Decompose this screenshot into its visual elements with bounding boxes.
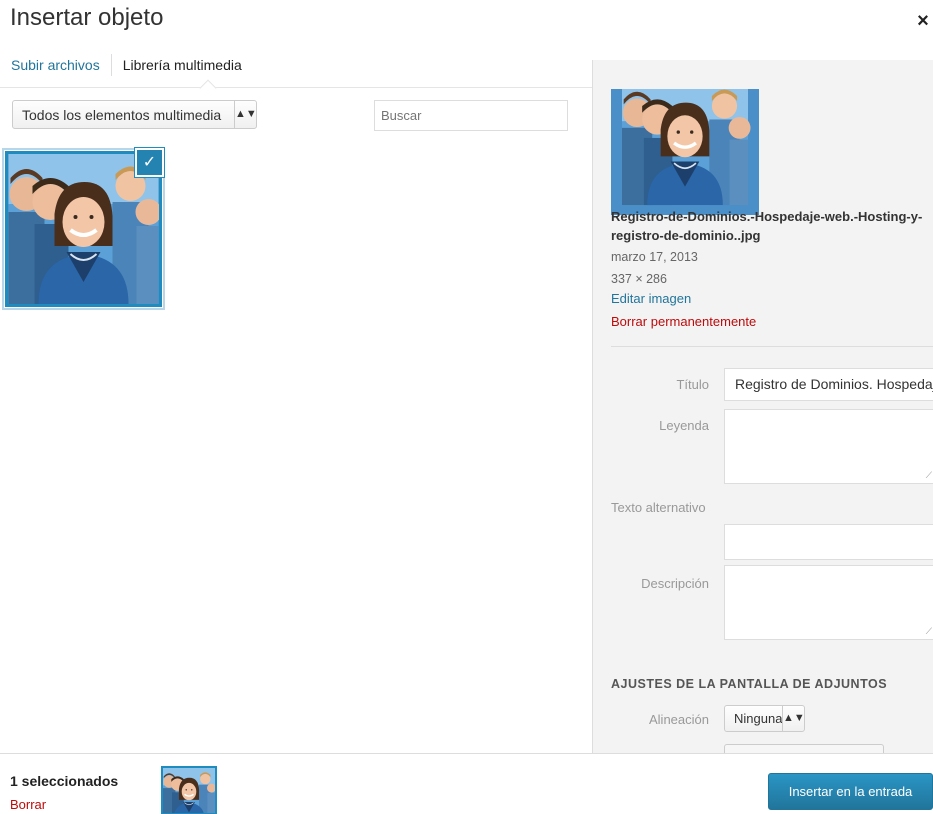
- media-filter-value: Todos los elementos multimedia: [22, 106, 222, 123]
- tab-media-library[interactable]: Librería multimedia: [110, 54, 253, 76]
- checkmark-icon[interactable]: ✓: [135, 148, 164, 177]
- alignment-select[interactable]: Ninguna ▲▼: [724, 705, 805, 732]
- alignment-label: Alineación: [649, 712, 709, 727]
- modal-title: Insertar objeto: [10, 4, 164, 31]
- close-icon[interactable]: ×: [913, 10, 933, 33]
- tab-upload-files[interactable]: Subir archivos: [0, 54, 111, 76]
- resize-handle-icon[interactable]: ⟋: [926, 470, 932, 481]
- select-arrows-icon: ▲▼: [782, 706, 805, 731]
- description-label: Descripción: [641, 576, 709, 591]
- description-field[interactable]: ⟋: [724, 565, 933, 640]
- alt-text-label: Texto alternativo: [611, 500, 706, 515]
- selection-count: 1 seleccionados: [10, 773, 119, 789]
- details-image: [611, 89, 759, 215]
- caption-label: Leyenda: [659, 418, 709, 433]
- insert-into-post-button[interactable]: Insertar en la entrada: [768, 773, 933, 810]
- select-arrows-icon: ▲▼: [234, 101, 257, 128]
- attachment-details-sidebar: Registro-de-Dominios.-Hospedaje-web.-Hos…: [592, 60, 933, 756]
- alignment-value: Ninguna: [734, 711, 783, 726]
- attachment-dimensions: 337 × 286: [611, 272, 667, 286]
- media-filter-select[interactable]: Todos los elementos multimedia ▲▼: [12, 100, 257, 129]
- media-toolbar-footer: 1 seleccionados Borrar Insertar en la en…: [0, 753, 933, 814]
- toolbar-divider: [0, 87, 592, 88]
- attachment-date: marzo 17, 2013: [611, 250, 698, 264]
- caption-field[interactable]: ⟋: [724, 409, 933, 484]
- tab-notch: [199, 79, 217, 97]
- title-field[interactable]: Registro de Dominios. Hospedaje web. Hos…: [724, 368, 933, 401]
- resize-handle-icon[interactable]: ⟋: [926, 626, 932, 637]
- delete-permanently-link[interactable]: Borrar permanentemente: [611, 314, 756, 329]
- selection-image: [163, 768, 215, 814]
- alt-text-field[interactable]: [724, 524, 933, 560]
- search-input[interactable]: [374, 100, 568, 131]
- router-tabs: Subir archivos Librería multimedia: [0, 52, 253, 78]
- selection-thumbnail[interactable]: [161, 766, 217, 814]
- display-settings-heading: AJUSTES DE LA PANTALLA DE ADJUNTOS: [611, 677, 888, 691]
- clear-selection-link[interactable]: Borrar: [10, 797, 46, 812]
- edit-image-link[interactable]: Editar imagen: [611, 291, 691, 306]
- details-thumbnail: [611, 89, 759, 215]
- title-label: Título: [676, 377, 709, 392]
- attachment-filename: Registro-de-Dominios.-Hospedaje-web.-Hos…: [611, 209, 923, 243]
- details-divider: [611, 346, 933, 347]
